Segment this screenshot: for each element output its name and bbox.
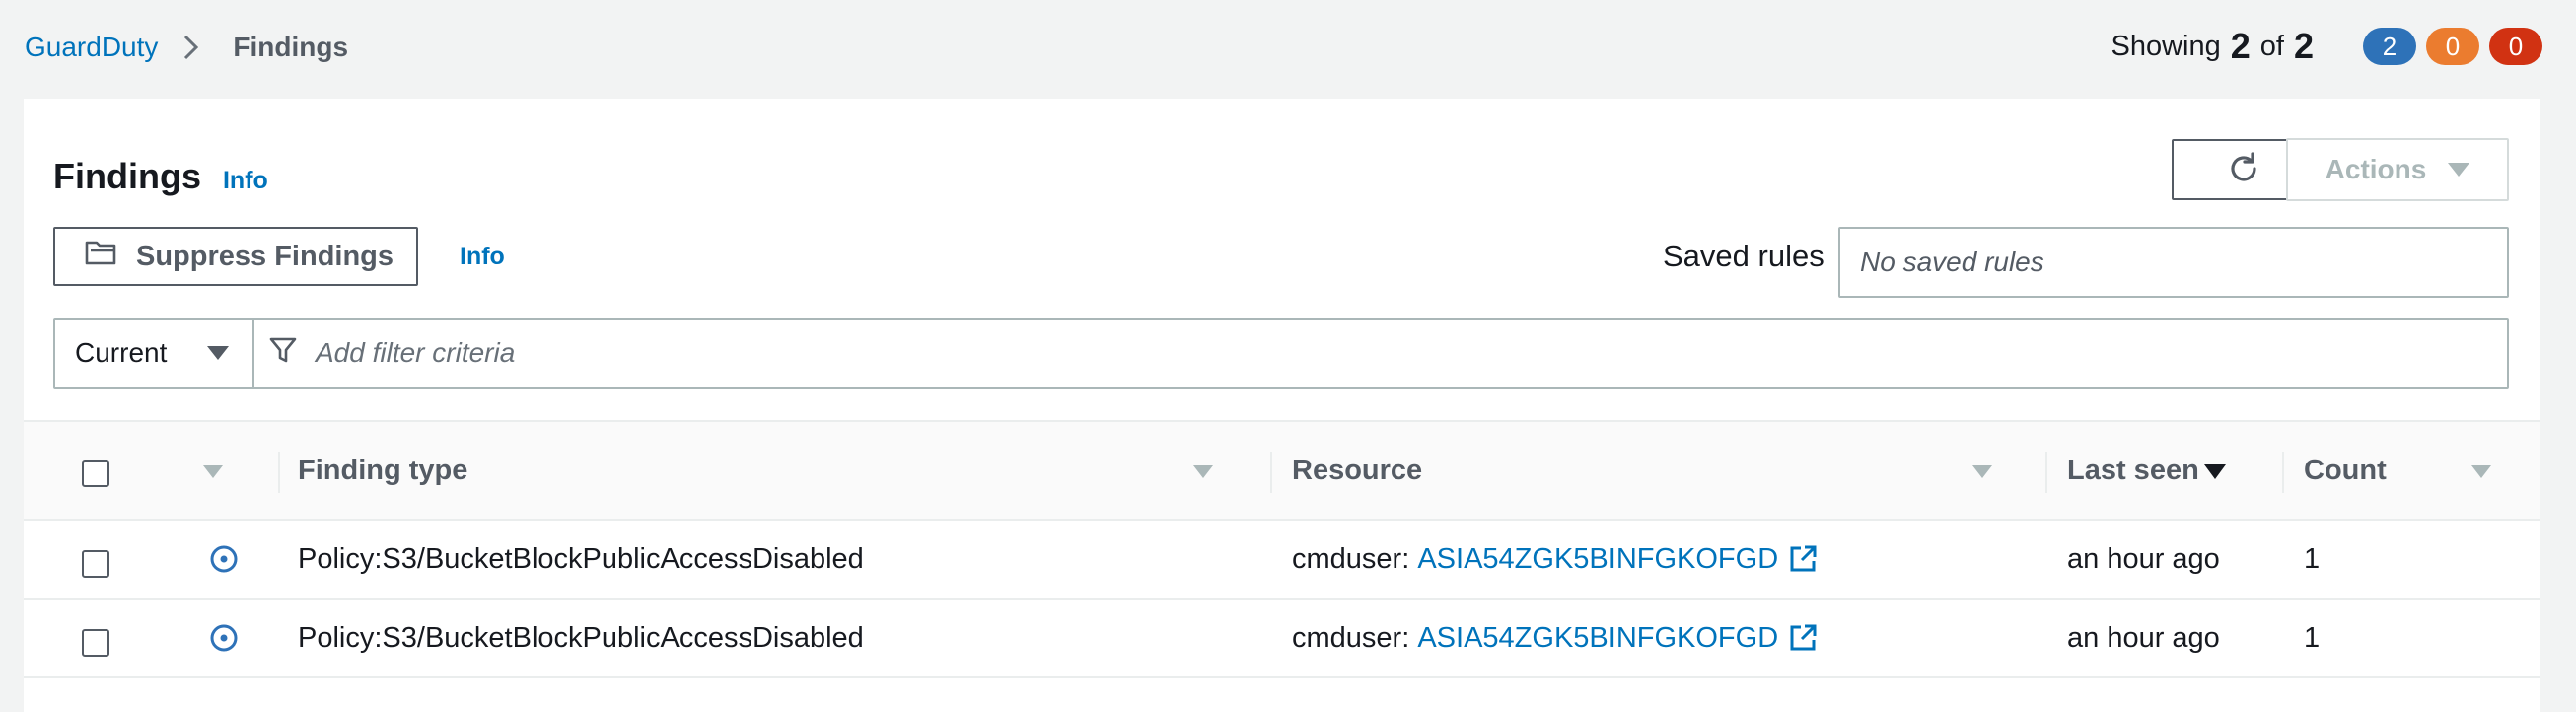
suppress-findings-label: Suppress Findings: [136, 240, 394, 272]
saved-rules-label: Saved rules: [1663, 239, 1825, 273]
last-seen-cell: an hour ago: [2067, 542, 2220, 575]
filter-placeholder: Add filter criteria: [316, 337, 516, 368]
finding-type-sort-icon[interactable]: [1193, 465, 1213, 478]
resource-cell: cmduser: ASIA54ZGK5BINFGKOFGD: [1292, 521, 1818, 598]
actions-label: Actions: [2325, 154, 2427, 184]
severity-low-icon: [209, 600, 239, 676]
of-label: of: [2259, 30, 2284, 62]
column-count[interactable]: Count: [2304, 422, 2387, 519]
table-header: Finding type Resource Last seen Count: [24, 420, 2540, 521]
total-count: 2: [2293, 26, 2314, 66]
caret-down-icon: [2448, 163, 2470, 177]
suppress-info-link[interactable]: Info: [460, 243, 505, 271]
severity-counters: 2 0 0: [2353, 28, 2542, 65]
select-all-checkbox[interactable]: [82, 460, 109, 487]
table-row[interactable]: Policy:S3/BucketBlockPublicAccessDisable…: [24, 521, 2540, 600]
page-title: Findings: [53, 156, 201, 196]
suppress-findings-button[interactable]: Suppress Findings: [53, 227, 418, 286]
refresh-icon: [2226, 151, 2261, 189]
caret-down-icon: [207, 346, 229, 360]
column-divider: [278, 452, 280, 493]
filter-scope-select[interactable]: Current: [55, 320, 254, 387]
filter-criteria-input[interactable]: Add filter criteria: [254, 320, 2507, 387]
resource-link[interactable]: ASIA54ZGK5BINFGKOFGD: [1417, 543, 1778, 576]
column-divider: [2282, 452, 2284, 493]
findings-info-link[interactable]: Info: [223, 167, 268, 195]
filter-scope-value: Current: [75, 337, 168, 368]
count-cell: 1: [2304, 621, 2321, 654]
severity-sort-icon[interactable]: [203, 465, 223, 478]
resource-link[interactable]: ASIA54ZGK5BINFGKOFGD: [1417, 622, 1778, 655]
last-seen-cell: an hour ago: [2067, 621, 2220, 654]
count-cell: 1: [2304, 542, 2321, 575]
resource-prefix: cmduser:: [1292, 621, 1410, 654]
filter-icon: [268, 335, 316, 372]
medium-severity-count: 0: [2426, 28, 2479, 65]
filter-bar: Current Add filter criteria: [53, 318, 2509, 389]
row-checkbox[interactable]: [82, 550, 109, 578]
breadcrumb-current: Findings: [233, 32, 349, 62]
external-link-icon[interactable]: [1788, 544, 1818, 574]
high-severity-count: 0: [2489, 28, 2542, 65]
column-divider: [2045, 452, 2047, 493]
breadcrumb-guardduty-link[interactable]: GuardDuty: [25, 32, 158, 63]
column-last-seen[interactable]: Last seen: [2067, 422, 2199, 519]
saved-rules-select[interactable]: No saved rules: [1838, 227, 2509, 298]
table-row[interactable]: Policy:S3/BucketBlockPublicAccessDisable…: [24, 600, 2540, 678]
findings-table: Finding type Resource Last seen Count Po…: [24, 420, 2540, 678]
row-checkbox[interactable]: [82, 629, 109, 657]
column-resource[interactable]: Resource: [1292, 422, 1422, 519]
resource-prefix: cmduser:: [1292, 542, 1410, 575]
resource-sort-icon[interactable]: [1972, 465, 1992, 478]
last-seen-sort-icon[interactable]: [2204, 464, 2226, 479]
count-sort-icon[interactable]: [2471, 465, 2491, 478]
low-severity-count: 2: [2363, 28, 2416, 65]
column-divider: [1270, 452, 1272, 493]
actions-dropdown-button[interactable]: Actions: [2286, 138, 2509, 201]
chevron-right-icon: [172, 28, 211, 67]
shown-count: 2: [2230, 26, 2251, 66]
resource-cell: cmduser: ASIA54ZGK5BINFGKOFGD: [1292, 600, 1818, 676]
findings-panel: Findings Info Actions Suppress Findings …: [24, 99, 2540, 712]
finding-type-cell[interactable]: Policy:S3/BucketBlockPublicAccessDisable…: [298, 521, 864, 598]
folder-icon: [85, 239, 136, 274]
panel-header: Findings Info: [53, 156, 268, 197]
finding-type-cell[interactable]: Policy:S3/BucketBlockPublicAccessDisable…: [298, 600, 864, 676]
findings-summary: Showing 2 of 2 2 0 0: [2111, 22, 2576, 71]
column-finding-type[interactable]: Finding type: [298, 422, 467, 519]
severity-low-icon: [209, 521, 239, 598]
external-link-icon[interactable]: [1788, 623, 1818, 653]
breadcrumb: GuardDuty Findings: [25, 28, 348, 67]
showing-label: Showing: [2111, 30, 2221, 62]
